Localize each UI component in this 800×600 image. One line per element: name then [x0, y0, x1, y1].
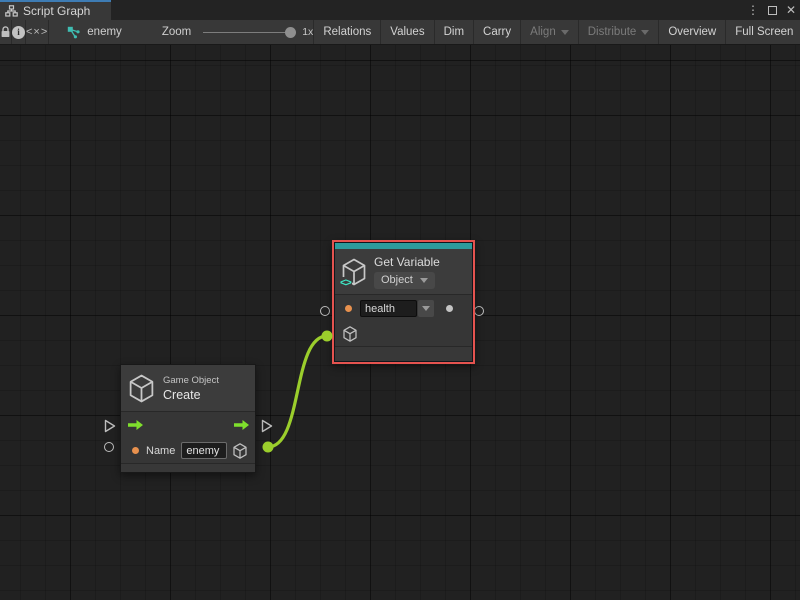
code-icon: <×> [26, 26, 48, 38]
zoom-label: Zoom [162, 26, 191, 38]
lock-button[interactable] [0, 20, 12, 44]
name-value-input[interactable] [181, 442, 227, 459]
flow-out-arrow-icon[interactable] [233, 419, 250, 431]
create-node-header[interactable]: Game Object Create [121, 365, 255, 411]
create-node-title: Create [163, 388, 219, 402]
graph-toolbar: i <×> enemy Zoom 1x Relations Values Dim [0, 20, 800, 45]
node-get-variable[interactable]: <> Get Variable Object [332, 240, 475, 364]
variable-name-row [335, 295, 472, 322]
graph-canvas[interactable]: Game Object Create Name [0, 45, 800, 600]
get-variable-right-outer-port[interactable] [474, 306, 484, 316]
chevron-down-icon [422, 306, 430, 311]
zoom-slider-thumb[interactable] [285, 27, 296, 38]
values-button[interactable]: Values [380, 20, 433, 44]
distribute-button[interactable]: Distribute [578, 20, 659, 44]
zoom-value: 1x [302, 26, 313, 38]
inspect-button[interactable]: i [12, 20, 26, 44]
tab-label: Script Graph [23, 4, 90, 18]
code-view-button[interactable]: <×> [26, 20, 49, 44]
game-object-output-cube-icon[interactable] [233, 443, 247, 459]
node-create-game-object[interactable]: Game Object Create Name [120, 364, 256, 473]
window-menu-icon[interactable]: ⋮ [747, 4, 759, 16]
info-icon: i [12, 26, 25, 39]
carry-button[interactable]: Carry [473, 20, 520, 44]
object-input-cube-icon[interactable] [343, 326, 357, 342]
lock-icon [0, 26, 11, 38]
chevron-down-icon [641, 30, 649, 35]
game-object-cube-icon [129, 374, 154, 403]
graph-name-label: enemy [87, 26, 122, 38]
variable-object-row [335, 322, 472, 346]
code-brackets-icon: <> [339, 277, 352, 289]
variable-name-input-port[interactable] [345, 305, 352, 312]
fullscreen-button[interactable]: Full Screen [725, 20, 800, 44]
title-bar: Script Graph ⋮ ✕ [0, 0, 800, 20]
dim-button[interactable]: Dim [434, 20, 473, 44]
breadcrumb[interactable]: enemy [67, 20, 122, 44]
align-button[interactable]: Align [520, 20, 578, 44]
overview-button[interactable]: Overview [658, 20, 725, 44]
variable-object-cube-icon: <> [342, 258, 366, 286]
zoom-slider[interactable] [203, 32, 293, 33]
flow-out-port-triangle[interactable] [261, 419, 273, 433]
create-node-footer [121, 464, 255, 472]
variable-value-output-port[interactable] [446, 305, 453, 312]
maximize-icon[interactable] [768, 6, 777, 15]
get-variable-left-outer-port[interactable] [320, 306, 330, 316]
variable-name-input[interactable] [360, 300, 417, 317]
flow-in-arrow-icon[interactable] [127, 419, 144, 431]
toolbar-buttons: Relations Values Dim Carry Align Distrib… [313, 20, 800, 44]
get-variable-title: Get Variable [374, 255, 440, 269]
close-icon[interactable]: ✕ [786, 4, 796, 16]
chevron-down-icon [420, 278, 428, 283]
flow-in-port-triangle[interactable] [104, 419, 116, 433]
wire-source-dot [263, 442, 274, 453]
variable-name-dropdown-button[interactable] [418, 300, 434, 317]
get-variable-header[interactable]: <> Get Variable Object [335, 249, 472, 294]
variable-scope-dropdown[interactable]: Object [374, 272, 435, 289]
tab-script-graph[interactable]: Script Graph [0, 0, 111, 20]
script-graph-icon [5, 5, 18, 17]
window-controls: ⋮ ✕ [747, 0, 798, 20]
name-param-label: Name [146, 445, 175, 457]
create-name-outer-port[interactable] [104, 442, 114, 452]
create-node-name-row: Name [121, 438, 255, 463]
wire-target-dot [322, 331, 333, 342]
chevron-down-icon [561, 30, 569, 35]
graph-breadcrumb-icon [67, 26, 81, 39]
zoom-control: Zoom 1x [162, 20, 314, 44]
name-input-port[interactable] [132, 447, 139, 454]
get-variable-footer [335, 347, 472, 361]
create-node-flow-row [121, 412, 255, 438]
relations-button[interactable]: Relations [313, 20, 380, 44]
create-node-category: Game Object [163, 375, 219, 386]
